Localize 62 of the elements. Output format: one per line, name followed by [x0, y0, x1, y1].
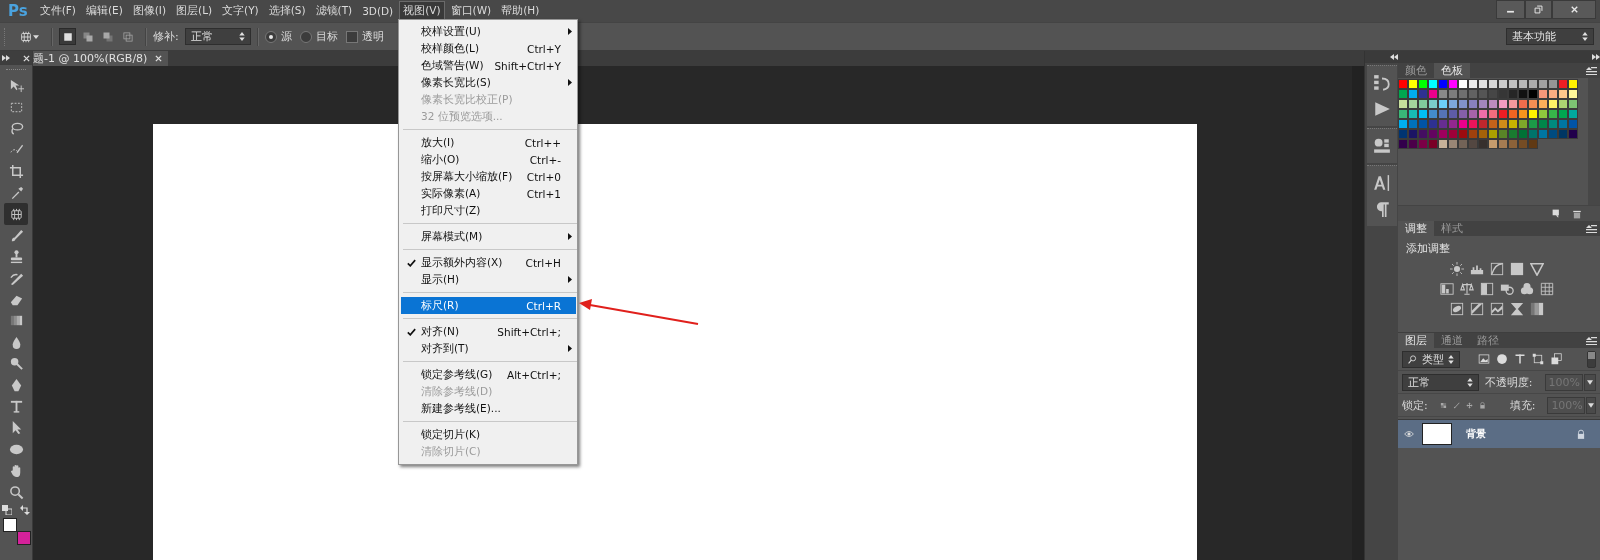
app-logo: Ps	[8, 2, 28, 20]
menu-item[interactable]: 锁定切片(K)	[401, 426, 576, 443]
document-tab[interactable]: 题-1 @ 100%(RGB/8)	[33, 51, 169, 66]
menu-item[interactable]: 打印尺寸(Z)	[401, 202, 576, 219]
layer-row[interactable]: 背景	[1398, 419, 1600, 448]
menu-item[interactable]: 图像(I)	[128, 1, 171, 21]
layer-name: 背景	[1466, 427, 1486, 441]
radio-button[interactable]: 源	[264, 29, 292, 44]
panel-tab[interactable]: 样式	[1434, 221, 1470, 236]
menu-item[interactable]: 放大(I) Ctrl++	[401, 134, 576, 151]
menu-item[interactable]: 窗口(W)	[446, 1, 496, 21]
keyboard-shortcut: Ctrl+H	[525, 256, 561, 269]
checkbox[interactable]: 透明	[345, 29, 384, 44]
menu-item[interactable]: 实际像素(A) Ctrl+1	[401, 185, 576, 202]
keyboard-shortcut: Alt+Ctrl+;	[506, 368, 561, 381]
menu-item[interactable]: 对齐到(T)	[401, 340, 576, 357]
filter-select[interactable]: 类型	[1402, 350, 1460, 368]
panel-tab[interactable]: 路径	[1470, 333, 1506, 348]
workspace-select[interactable]: 基本功能	[1506, 28, 1594, 45]
keyboard-shortcut: Ctrl+Y	[527, 42, 561, 55]
lock-label: 锁定:	[1402, 397, 1428, 413]
menu-item[interactable]: 校样颜色(L) Ctrl+Y	[401, 40, 576, 57]
panel-tab[interactable]: 通道	[1434, 333, 1470, 348]
menu-item[interactable]: 图层(L)	[172, 1, 217, 21]
menu-item[interactable]: 对齐(N) Shift+Ctrl+;	[401, 323, 576, 340]
panel-tab[interactable]: 颜色	[1398, 63, 1434, 78]
radio-button[interactable]: 目标	[299, 29, 338, 44]
panel-tab[interactable]: 调整	[1398, 221, 1434, 236]
menu-item[interactable]: 帮助(H)	[497, 1, 544, 21]
menu-item[interactable]: 色域警告(W) Shift+Ctrl+Y	[401, 57, 576, 74]
menu-item[interactable]: 锁定参考线(G) Alt+Ctrl+;	[401, 366, 576, 383]
patch-mode-select[interactable]: 正常	[184, 28, 251, 45]
keyboard-shortcut: Ctrl++	[524, 136, 561, 149]
menu-item[interactable]: 屏幕模式(M)	[401, 228, 576, 245]
menu-item[interactable]: 显示(H)	[401, 271, 576, 288]
panel-heading: 添加调整	[1406, 241, 1451, 256]
panel-tab[interactable]: 色板	[1434, 63, 1470, 78]
menu-item[interactable]: 标尺(R) Ctrl+R	[401, 297, 576, 314]
keyboard-shortcut: Ctrl+-	[529, 153, 561, 166]
menu-item[interactable]: 文件(F)	[35, 1, 80, 21]
menu-item[interactable]: 视图(V)	[399, 1, 445, 21]
keyboard-shortcut: Ctrl+R	[526, 299, 561, 312]
blend-mode-select[interactable]: 正常	[1402, 373, 1479, 391]
menu-item[interactable]: 缩小(O) Ctrl+-	[401, 151, 576, 168]
menu-item[interactable]: 3D(D)	[358, 2, 398, 20]
menu-item[interactable]: 编辑(E)	[81, 1, 127, 21]
keyboard-shortcut: Ctrl+0	[526, 170, 561, 183]
patch-label: 修补:	[153, 29, 179, 44]
keyboard-shortcut: Ctrl+1	[526, 187, 561, 200]
menu-item[interactable]: 校样设置(U)	[401, 23, 576, 40]
menu-item[interactable]: 新建参考线(E)...	[401, 400, 576, 417]
panel-tab[interactable]: 图层	[1398, 333, 1434, 348]
menu-item[interactable]: 像素长宽比(S)	[401, 74, 576, 91]
menu-item[interactable]: 选择(S)	[264, 1, 310, 21]
keyboard-shortcut: Shift+Ctrl+;	[497, 325, 561, 338]
menu-item[interactable]: 显示额外内容(X) Ctrl+H	[401, 254, 576, 271]
fill-label: 填充:	[1509, 397, 1536, 413]
menu-item[interactable]: 按屏幕大小缩放(F) Ctrl+0	[401, 168, 576, 185]
menu-item[interactable]: 滤镜(T)	[311, 1, 357, 21]
opacity-label: 不透明度:	[1484, 374, 1533, 390]
menu-item[interactable]: 文字(Y)	[218, 1, 263, 21]
keyboard-shortcut: Shift+Ctrl+Y	[494, 59, 561, 72]
